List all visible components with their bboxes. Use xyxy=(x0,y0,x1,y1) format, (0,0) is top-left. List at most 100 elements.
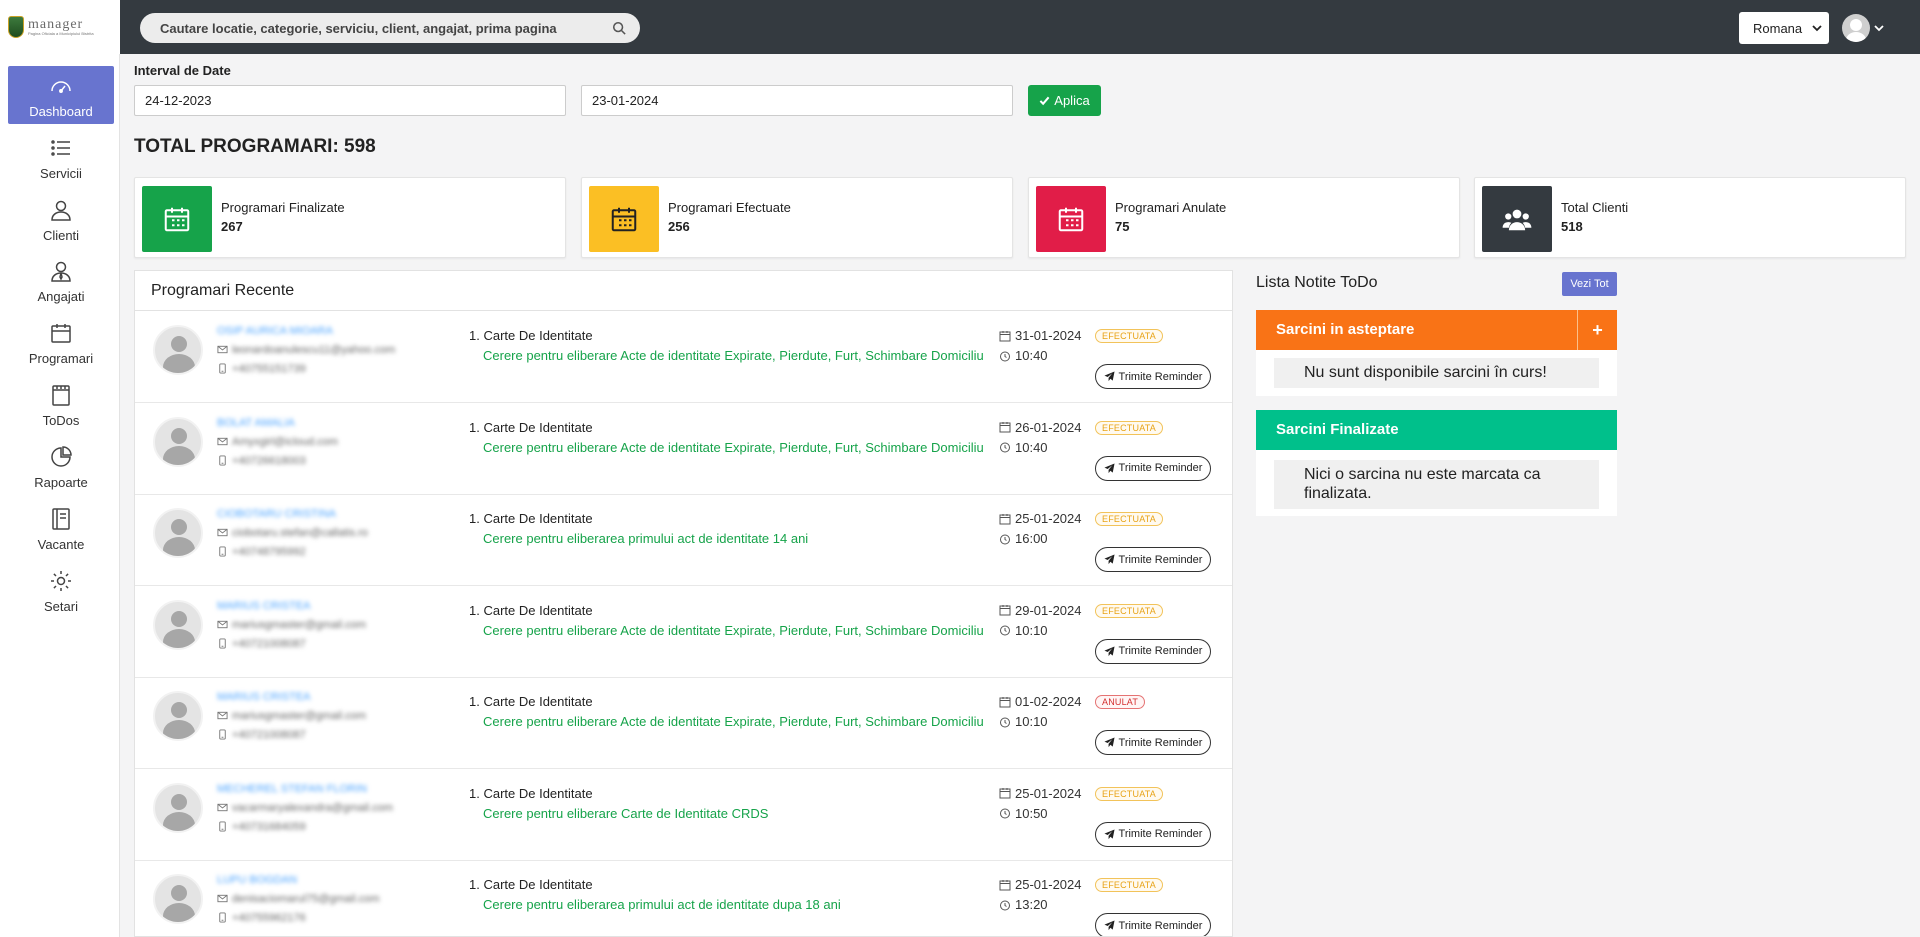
phone-icon xyxy=(219,820,226,832)
chevron-down-icon xyxy=(1874,25,1884,32)
list-icon xyxy=(51,140,70,156)
sidebar-item-todos[interactable]: ToDos xyxy=(8,375,114,433)
client-name-link[interactable]: MARIUS CRISTEA xyxy=(217,691,311,703)
envelope-icon xyxy=(217,528,228,537)
topbar: Romana xyxy=(120,0,1920,54)
client-name-link[interactable]: MECHEREL STEFAN FLORIN xyxy=(217,783,367,795)
date-text: 25-01-2024 xyxy=(1015,785,1082,801)
stat-icon-box xyxy=(1482,186,1552,252)
table-row: BOLAT AMALIA Amyxgirl@icloud.com +40726618… xyxy=(135,403,1232,495)
request-type: Cerere pentru eliberare Carte de Identit… xyxy=(483,805,769,821)
calendar-icon xyxy=(999,696,1011,707)
send-reminder-button[interactable]: Trimite Reminder xyxy=(1095,730,1211,755)
time-text: 16:00 xyxy=(1015,531,1048,546)
calendar-icon xyxy=(999,330,1011,341)
reminder-label: Trimite Reminder xyxy=(1118,828,1203,840)
search-input[interactable] xyxy=(160,20,612,36)
avatar xyxy=(153,691,203,741)
client-name-link[interactable]: CIOBOTARU CRISTINA xyxy=(217,508,336,520)
total-appointments: TOTAL PROGRAMARI: 598 xyxy=(134,136,376,157)
add-task-button[interactable]: + xyxy=(1577,310,1617,350)
finished-empty-message: Nici o sarcina nu este marcata ca finali… xyxy=(1274,460,1599,509)
send-reminder-button[interactable]: Trimite Reminder xyxy=(1095,638,1211,664)
envelope-icon xyxy=(217,711,228,720)
sidebar-item-programari[interactable]: Programari xyxy=(8,313,114,371)
avatar xyxy=(153,874,203,924)
service-name: 1. Carte De Identitate xyxy=(469,511,593,526)
stat-label: Programari Finalizate xyxy=(221,200,345,215)
user-icon xyxy=(51,200,71,221)
avatar[interactable] xyxy=(1842,14,1870,42)
sidebar-item-label: Dashboard xyxy=(29,104,93,119)
end-date-input[interactable] xyxy=(581,85,1013,116)
sidebar-item-dashboard[interactable]: Dashboard xyxy=(8,66,114,124)
stat-label: Total Clienti xyxy=(1561,200,1629,215)
date-text: 26-01-2024 xyxy=(1015,419,1082,435)
table-row: MARIUS CRISTEA mariusgmaster@gmail.com +40… xyxy=(135,677,1232,769)
status-badge: ANULAT xyxy=(1095,695,1146,709)
appointment-date: 25-01-2024 xyxy=(999,786,1082,801)
client-phone: +40721008087 xyxy=(217,729,306,741)
avatar xyxy=(153,782,203,833)
start-date-input[interactable] xyxy=(134,85,566,116)
status-badge: EFECTUATA xyxy=(1095,512,1163,526)
language-select[interactable]: Romana xyxy=(1739,12,1829,44)
request-type: Cerere pentru eliberarea primului act de… xyxy=(483,531,809,546)
envelope-icon xyxy=(217,345,228,354)
reminder-label: Trimite Reminder xyxy=(1118,553,1203,566)
service-name: 1. Carte De Identitate xyxy=(469,877,593,892)
appointment-time: 10:10 xyxy=(999,714,1048,729)
app-logo[interactable]: manager Pagina Oficiala a Municipiului B… xyxy=(0,0,120,54)
time-text: 10:40 xyxy=(1015,439,1048,455)
sidebar-item-setari[interactable]: Setari xyxy=(8,561,114,619)
sidebar-item-angajati[interactable]: Angajati xyxy=(8,251,114,309)
status-badge: EFECTUATA xyxy=(1095,786,1163,801)
calendar-icon xyxy=(999,422,1011,433)
sidebar-item-servicii[interactable]: Servicii xyxy=(8,128,114,186)
service-name: 1. Carte De Identitate xyxy=(469,602,593,618)
gear-icon xyxy=(51,571,71,591)
send-reminder-button[interactable]: Trimite Reminder xyxy=(1095,913,1211,936)
stat-value: 75 xyxy=(1115,219,1130,234)
clock-icon xyxy=(1000,717,1010,727)
clock-icon xyxy=(1000,808,1010,819)
sidebar-item-rapoarte[interactable]: Rapoarte xyxy=(8,437,114,495)
client-phone-text: +40726618003 xyxy=(232,454,306,467)
client-name-link[interactable]: LUPU BOGDAN xyxy=(217,874,297,886)
client-phone-text: +40748795992 xyxy=(232,546,306,558)
stat-value: 267 xyxy=(221,219,243,234)
recent-appointments-panel: Programari Recente OSIP AURICA MIOARA leo… xyxy=(134,270,1233,937)
client-email: denisaciomarul75@gmail.com xyxy=(217,893,380,905)
send-reminder-button[interactable]: Trimite Reminder xyxy=(1095,821,1211,847)
phone-icon xyxy=(219,454,226,466)
client-name-link[interactable]: OSIP AURICA MIOARA xyxy=(217,325,333,337)
client-phone: +40721008087 xyxy=(217,638,306,650)
stat-card-finalizate: Programari Finalizate 267 xyxy=(134,177,566,258)
send-reminder-button[interactable]: Trimite Reminder xyxy=(1095,547,1211,572)
calendar-icon xyxy=(999,513,1011,524)
book-icon xyxy=(52,508,70,530)
paper-plane-icon xyxy=(1103,371,1115,382)
calendar-icon xyxy=(999,788,1011,799)
pending-empty-message: Nu sunt disponibile sarcini în curs! xyxy=(1274,358,1599,388)
view-all-button[interactable]: Vezi Tot xyxy=(1562,272,1617,296)
sidebar-item-vacante[interactable]: Vacante xyxy=(8,499,114,557)
user-menu[interactable] xyxy=(1842,13,1888,43)
sidebar-item-clienti[interactable]: Clienti xyxy=(8,190,114,248)
stat-icon-box xyxy=(142,186,212,252)
appointment-date: 26-01-2024 xyxy=(999,420,1082,435)
status-badge: EFECTUATA xyxy=(1095,603,1163,618)
client-name-link[interactable]: MARIUS CRISTEA xyxy=(217,600,311,612)
crest-icon xyxy=(8,16,24,38)
search-icon[interactable] xyxy=(612,21,626,35)
apply-button[interactable]: Aplica xyxy=(1028,85,1101,116)
client-email-text: denisaciomarul75@gmail.com xyxy=(232,893,380,905)
send-reminder-button[interactable]: Trimite Reminder xyxy=(1095,455,1211,481)
search-bar[interactable] xyxy=(140,13,640,43)
service-name: 1. Carte De Identitate xyxy=(469,785,593,801)
send-reminder-button[interactable]: Trimite Reminder xyxy=(1095,364,1211,389)
client-name-link[interactable]: BOLAT AMALIA xyxy=(217,417,295,429)
finished-tasks-body: Nici o sarcina nu este marcata ca finali… xyxy=(1256,450,1617,516)
date-text: 01-02-2024 xyxy=(1015,694,1082,709)
phone-icon xyxy=(219,637,226,649)
